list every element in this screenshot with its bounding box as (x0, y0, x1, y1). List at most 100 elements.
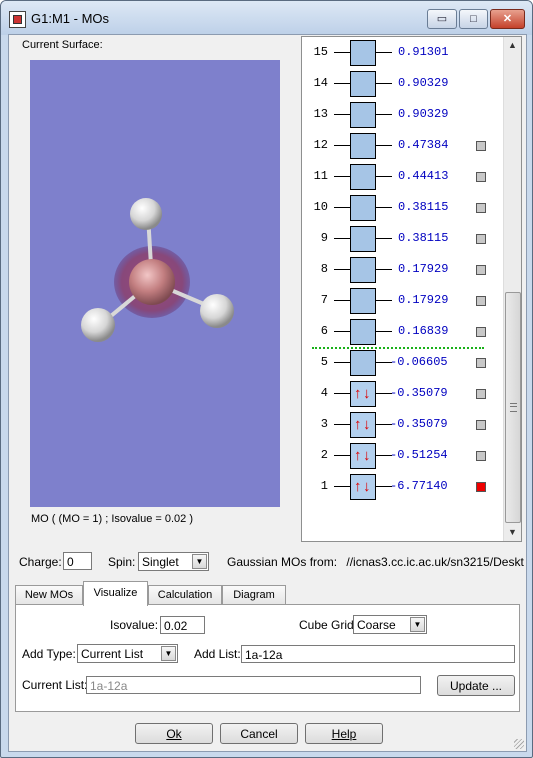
title-bar[interactable]: G1:M1 - MOs ▭ □ ✕ (1, 1, 532, 35)
mo-list: 15 0.91301 14 0.90329 13 0.90329 12 0.47384 11 0.… (302, 37, 502, 541)
mo-surface-toggle[interactable] (476, 389, 486, 399)
mo-level-box[interactable] (350, 195, 376, 221)
mo-level-box[interactable] (350, 288, 376, 314)
charge-field[interactable]: 0 (63, 552, 92, 570)
dropdown-arrow-icon[interactable]: ▼ (192, 554, 207, 569)
mo-surface-toggle[interactable] (476, 420, 486, 430)
mo-row[interactable]: 5 -0.06605 (302, 347, 502, 378)
mo-level-box[interactable] (350, 319, 376, 345)
mo-surface-toggle[interactable] (476, 265, 486, 275)
mo-level-box[interactable]: ↑ ↓ (350, 381, 376, 407)
mo-row[interactable]: 6 0.16839 (302, 316, 502, 347)
mo-level-box[interactable] (350, 133, 376, 159)
update-button[interactable]: Update ... (437, 675, 515, 696)
mo-row[interactable]: 3 ↑ ↓ -0.35079 (302, 409, 502, 440)
mo-surface-toggle[interactable] (476, 234, 486, 244)
mo-level-box[interactable] (350, 164, 376, 190)
isovalue-field[interactable]: 0.02 (160, 616, 205, 634)
spin-up-arrow-icon: ↑ (354, 385, 362, 402)
add-type-value: Current List (81, 647, 144, 661)
molecule-viewport[interactable] (30, 60, 280, 507)
cancel-button[interactable]: Cancel (220, 723, 298, 744)
mo-energy: 0.90329 (398, 76, 449, 90)
help-button[interactable]: Help (305, 723, 383, 744)
mo-energy: -0.35079 (390, 417, 448, 431)
maximize-button[interactable]: □ (459, 9, 488, 29)
mo-surface-toggle[interactable] (476, 296, 486, 306)
minimize-button[interactable]: ▭ (427, 9, 457, 29)
ch4-molecule-render (81, 198, 234, 342)
mo-energy: 0.16839 (398, 324, 449, 338)
mo-energy: 0.17929 (398, 262, 449, 276)
carbon-atom (129, 259, 175, 305)
resize-grip-icon[interactable] (514, 739, 524, 749)
mo-number: 3 (320, 417, 328, 431)
spin-up-arrow-icon: ↑ (354, 416, 362, 433)
mo-row[interactable]: 14 0.90329 (302, 68, 502, 99)
mo-surface-toggle[interactable] (476, 482, 486, 492)
mo-level-box[interactable]: ↑ ↓ (350, 443, 376, 469)
mo-level-box[interactable] (350, 257, 376, 283)
mo-level-box[interactable]: ↑ ↓ (350, 412, 376, 438)
ok-button-label: Ok (166, 727, 182, 741)
mo-energy: 0.47384 (398, 138, 449, 152)
close-button[interactable]: ✕ (490, 9, 525, 29)
mo-surface-toggle[interactable] (476, 203, 486, 213)
mo-row[interactable]: 12 0.47384 (302, 130, 502, 161)
dropdown-arrow-icon[interactable]: ▼ (410, 617, 425, 632)
cube-grid-select[interactable]: Coarse ▼ (353, 615, 427, 634)
scrollbar-thumb[interactable] (505, 292, 521, 523)
mo-energy: 0.44413 (398, 169, 449, 183)
mo-energy: 0.38115 (398, 231, 449, 245)
tab-new-mos[interactable]: New MOs (15, 585, 83, 605)
tab-visualize[interactable]: Visualize (83, 581, 148, 606)
mo-surface-toggle[interactable] (476, 358, 486, 368)
mo-list-scrollbar[interactable]: ▲ ▼ (503, 37, 521, 541)
mo-row[interactable]: 9 0.38115 (302, 223, 502, 254)
mo-row[interactable]: 8 0.17929 (302, 254, 502, 285)
gaussview-app-icon (9, 11, 26, 28)
mo-number: 15 (313, 45, 328, 59)
mo-row[interactable]: 2 ↑ ↓ -0.51254 (302, 440, 502, 471)
scroll-up-arrow-icon[interactable]: ▲ (504, 37, 521, 54)
mo-energy: 0.17929 (398, 293, 449, 307)
mo-level-box[interactable] (350, 350, 376, 376)
dropdown-arrow-icon[interactable]: ▼ (161, 646, 176, 661)
mo-number: 7 (320, 293, 328, 307)
mo-level-box[interactable] (350, 226, 376, 252)
mo-row[interactable]: 11 0.44413 (302, 161, 502, 192)
spin-down-arrow-icon: ↓ (363, 416, 371, 433)
mo-row[interactable]: 7 0.17929 (302, 285, 502, 316)
scroll-down-arrow-icon[interactable]: ▼ (504, 524, 521, 541)
mo-level-box[interactable]: ↑ ↓ (350, 474, 376, 500)
current-list-field: 1a-12a (86, 676, 421, 694)
mo-row[interactable]: 13 0.90329 (302, 99, 502, 130)
tab-calculation[interactable]: Calculation (148, 585, 222, 605)
mo-number: 10 (313, 200, 328, 214)
tab-diagram[interactable]: Diagram (222, 585, 286, 605)
mo-surface-toggle[interactable] (476, 327, 486, 337)
mo-surface-toggle[interactable] (476, 141, 486, 151)
add-list-label: Add List: (194, 647, 241, 661)
isovalue-label: Isovalue: (110, 618, 159, 632)
mo-row[interactable]: 1 ↑ ↓ -6.77140 (302, 471, 502, 502)
mo-surface-toggle[interactable] (476, 172, 486, 182)
mo-level-box[interactable] (350, 40, 376, 66)
mo-row[interactable]: 10 0.38115 (302, 192, 502, 223)
spin-select[interactable]: Singlet ▼ (138, 552, 209, 571)
mo-number: 12 (313, 138, 328, 152)
mo-surface-toggle[interactable] (476, 451, 486, 461)
current-surface-label: Current Surface: (22, 39, 103, 51)
mo-energy: 0.91301 (398, 45, 449, 59)
mo-row[interactable]: 4 ↑ ↓ -0.35079 (302, 378, 502, 409)
mo-energy: 0.38115 (398, 200, 449, 214)
spin-label: Spin: (108, 555, 136, 569)
ok-button[interactable]: Ok (135, 723, 213, 744)
mo-row[interactable]: 15 0.91301 (302, 37, 502, 68)
spin-down-arrow-icon: ↓ (363, 385, 371, 402)
add-list-field[interactable]: 1a-12a (241, 645, 515, 663)
mo-level-box[interactable] (350, 71, 376, 97)
add-type-select[interactable]: Current List ▼ (77, 644, 178, 663)
dialog-client-area: Current Surface: MO ((MO = 1) ; Isovalu… (8, 34, 527, 752)
mo-level-box[interactable] (350, 102, 376, 128)
